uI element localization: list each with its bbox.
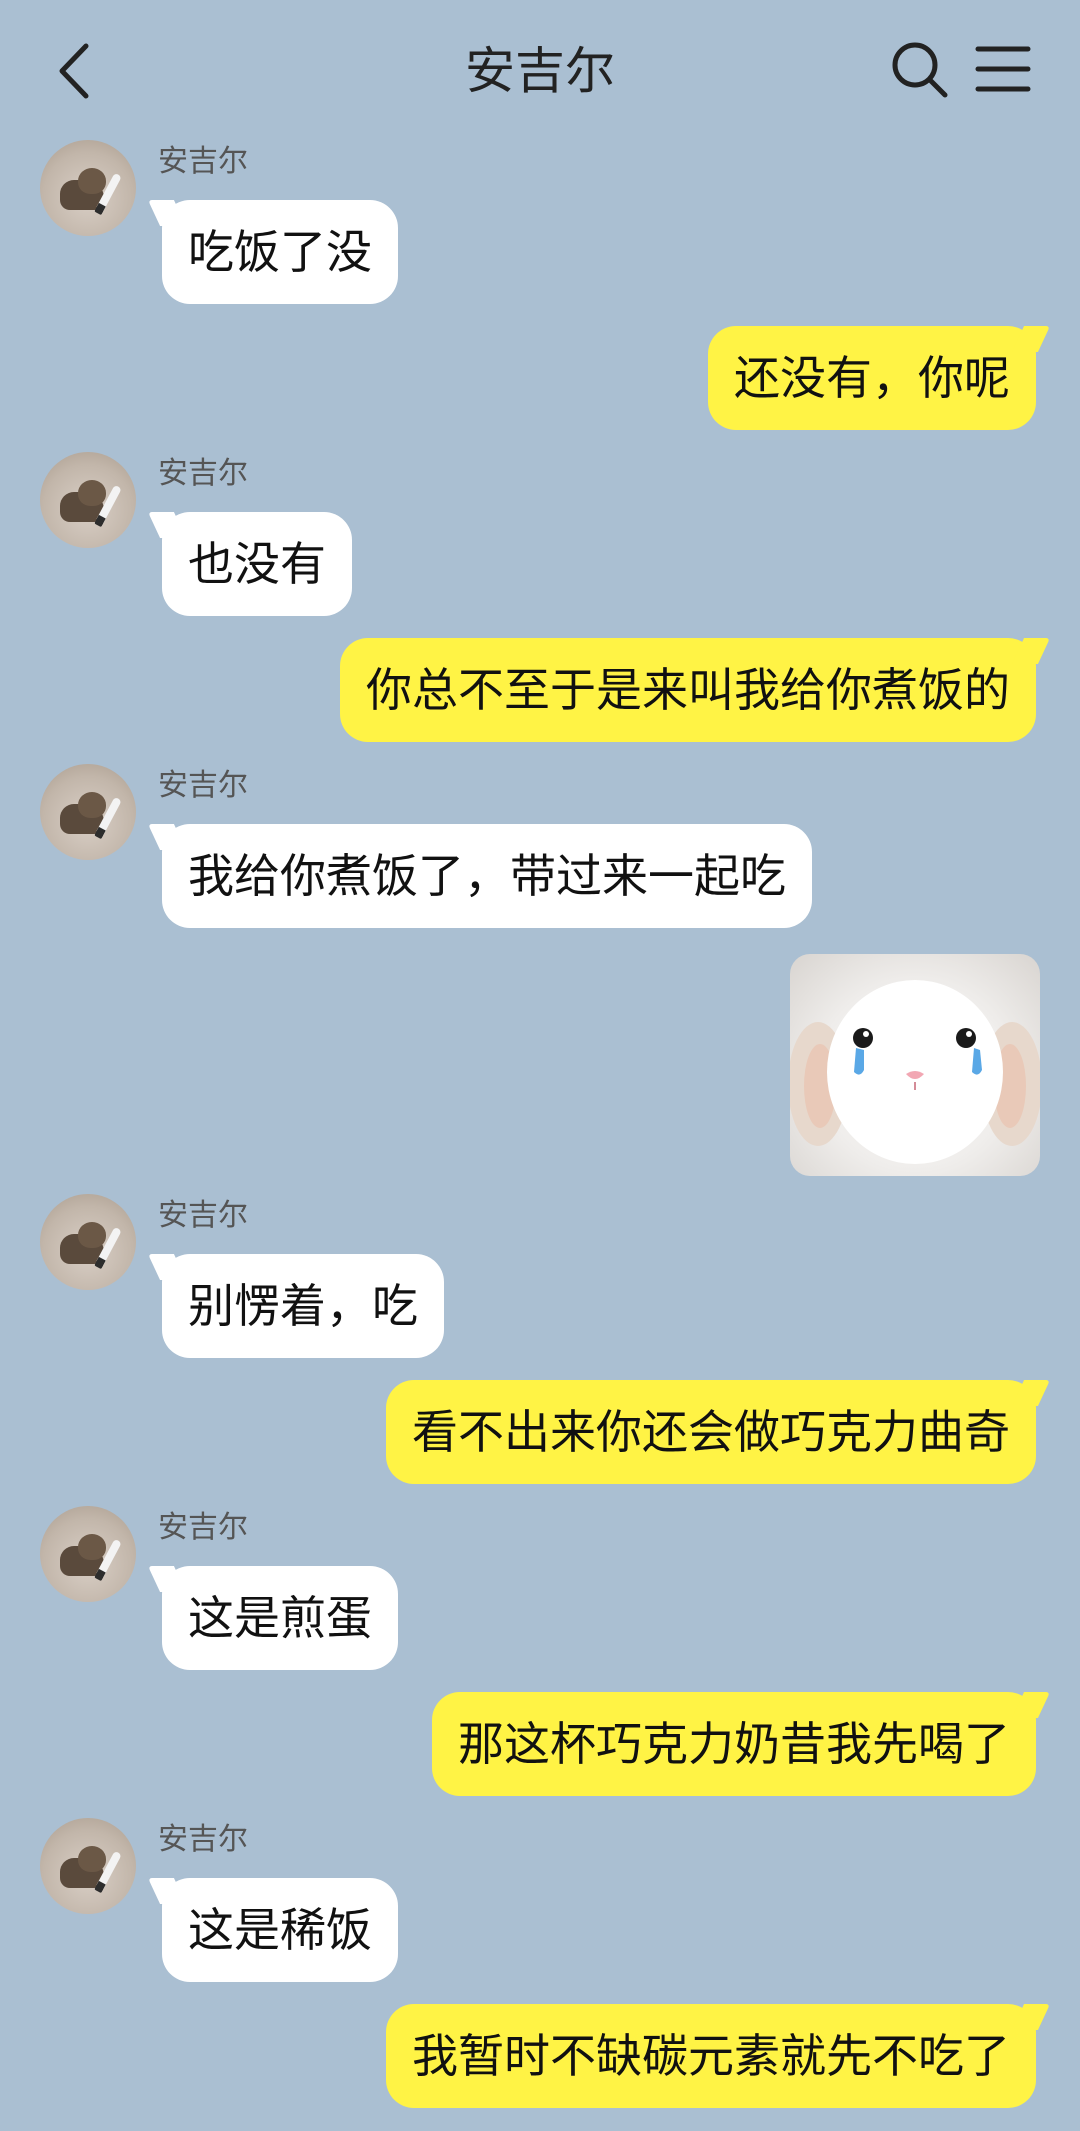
sender-name: 安吉尔 [158, 768, 248, 803]
sender-name: 安吉尔 [158, 1198, 248, 1233]
search-icon [892, 42, 948, 98]
avatar[interactable] [40, 1194, 136, 1290]
avatar[interactable] [40, 140, 136, 236]
outgoing-message[interactable]: 我暂时不缺碳元素就先不吃了 [386, 2004, 1036, 2108]
avatar[interactable] [40, 1506, 136, 1602]
incoming-message[interactable]: 别愣着，吃 [162, 1254, 444, 1358]
outgoing-message[interactable]: 你总不至于是来叫我给你煮饭的 [340, 638, 1036, 742]
incoming-message[interactable]: 我给你煮饭了，带过来一起吃 [162, 824, 812, 928]
incoming-message[interactable]: 吃饭了没 [162, 200, 398, 304]
search-button[interactable] [890, 40, 950, 100]
outgoing-message[interactable]: 看不出来你还会做巧克力曲奇 [386, 1380, 1036, 1484]
incoming-message[interactable]: 这是煎蛋 [162, 1566, 398, 1670]
sticker-message[interactable] [790, 954, 1040, 1176]
avatar[interactable] [40, 764, 136, 860]
avatar[interactable] [40, 452, 136, 548]
outgoing-message[interactable]: 那这杯巧克力奶昔我先喝了 [432, 1692, 1036, 1796]
crying-bunny-sticker-icon [790, 980, 1040, 1164]
incoming-message[interactable]: 这是稀饭 [162, 1878, 398, 1982]
incoming-message[interactable]: 也没有 [162, 512, 352, 616]
avatar[interactable] [40, 1818, 136, 1914]
menu-button[interactable] [975, 44, 1031, 94]
sender-name: 安吉尔 [158, 144, 248, 179]
menu-icon [975, 46, 1031, 92]
chat-header: 安吉尔 [0, 0, 1080, 140]
outgoing-message[interactable]: 还没有，你呢 [708, 326, 1036, 430]
sender-name: 安吉尔 [158, 1510, 248, 1545]
sender-name: 安吉尔 [158, 1822, 248, 1857]
sender-name: 安吉尔 [158, 456, 248, 491]
